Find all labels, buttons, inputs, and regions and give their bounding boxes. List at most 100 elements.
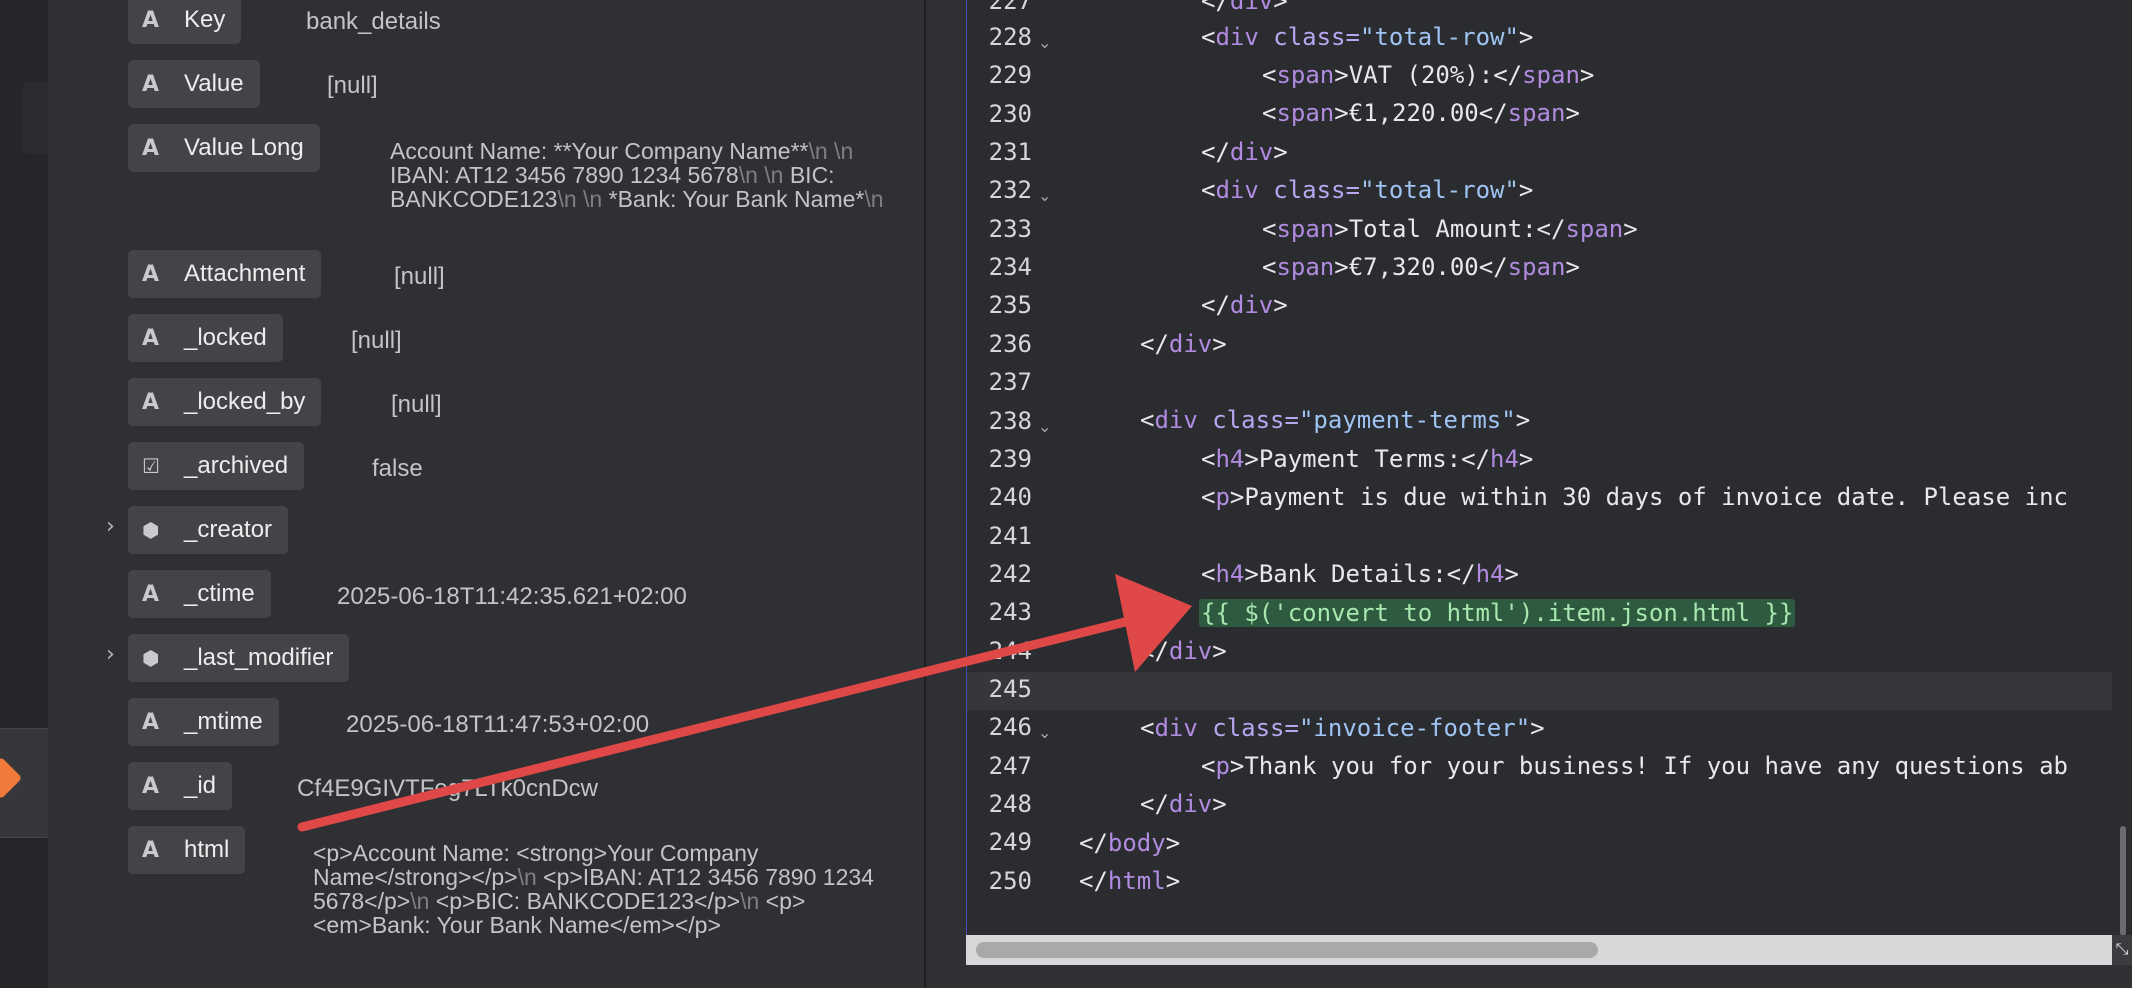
- logo-icon: [0, 756, 23, 800]
- code-line-250: </html>: [1079, 867, 1181, 895]
- code-line-232: <div class="total-row">: [1201, 176, 1534, 204]
- line-number: 230: [988, 100, 1032, 128]
- editor-bottom-strip: [926, 965, 2132, 988]
- field-label: Key: [184, 6, 226, 33]
- horizontal-scrollbar-thumb[interactable]: [976, 942, 1598, 958]
- line-number: 248: [988, 790, 1032, 818]
- code-line-246: <div class="invoice-footer">: [1140, 714, 1545, 742]
- field-label: html: [184, 836, 230, 863]
- chevron-down-icon[interactable]: ⌄: [1038, 33, 1051, 52]
- field-html[interactable]: Ahtml: [128, 826, 246, 874]
- line-number: 238: [988, 407, 1032, 435]
- code-line-242: <h4>Bank Details:</h4>: [1201, 560, 1519, 588]
- object-type-icon: ⬢: [142, 518, 160, 542]
- field-attachment[interactable]: A Attachment: [128, 250, 322, 298]
- code-line-239: <h4>Payment Terms:</h4>: [1201, 445, 1534, 473]
- code-line-229: <span>VAT (20%):</span>: [1262, 61, 1595, 89]
- line-number: 240: [988, 483, 1032, 511]
- string-type-icon: A: [142, 581, 160, 607]
- chevron-down-icon[interactable]: ⌄: [1038, 723, 1051, 742]
- string-type-icon: A: [142, 773, 160, 799]
- string-type-icon: A: [142, 71, 160, 97]
- code-line-238: <div class="payment-terms">: [1140, 406, 1531, 434]
- line-number: 228: [988, 23, 1032, 51]
- line-number: 243: [988, 598, 1032, 626]
- chevron-right-icon[interactable]: ›: [106, 642, 115, 667]
- field-label: Value Long: [184, 134, 304, 161]
- field-value-long[interactable]: A Value Long: [128, 124, 320, 172]
- line-number: 244: [988, 637, 1032, 665]
- code-line-233: <span>Total Amount:</span>: [1262, 215, 1638, 243]
- string-type-icon: A: [142, 837, 160, 863]
- line-number: 235: [988, 291, 1032, 319]
- field-label: Value: [184, 70, 244, 97]
- line-number: 236: [988, 330, 1032, 358]
- vertical-scrollbar[interactable]: [2112, 0, 2132, 965]
- field-label: Attachment: [184, 260, 306, 287]
- line-number: 229: [988, 61, 1032, 89]
- field-key[interactable]: A Key: [128, 0, 242, 44]
- line-number: 237: [988, 368, 1032, 396]
- field-label: _creator: [184, 516, 273, 543]
- field-ctime[interactable]: A _ctime: [128, 570, 271, 618]
- field-label: _last_modifier: [184, 644, 334, 671]
- field-value-value: [null]: [327, 72, 378, 99]
- line-number: 246: [988, 713, 1032, 741]
- vertical-scrollbar-thumb[interactable]: [2120, 826, 2126, 936]
- field-value-locked-by: [null]: [391, 391, 442, 418]
- chevron-down-icon[interactable]: ⌄: [1038, 186, 1051, 205]
- code-line-249: </body>: [1079, 829, 1181, 857]
- field-label: _locked_by: [184, 388, 306, 415]
- line-number: 232: [988, 176, 1032, 204]
- resize-corner-icon[interactable]: ⤡: [2112, 935, 2132, 965]
- code-line-240: <p>Payment is due within 30 days of invo…: [1201, 483, 2068, 511]
- string-type-icon: A: [142, 135, 160, 161]
- app-logo-tab[interactable]: [0, 728, 55, 838]
- field-value-archived: false: [372, 455, 423, 482]
- field-creator[interactable]: ⬢ _creator: [128, 506, 289, 554]
- expression-highlight[interactable]: {{ $('convert to html').item.json.html }…: [1199, 599, 1796, 627]
- field-value-key: bank_details: [306, 8, 441, 35]
- field-label: _ctime: [184, 580, 255, 607]
- code-line-234: <span>€7,320.00</span>: [1262, 253, 1580, 281]
- chevron-down-icon[interactable]: ⌄: [1038, 417, 1051, 436]
- line-number: 247: [988, 752, 1032, 780]
- code-line-247: <p>Thank you for your business! If you h…: [1201, 752, 2068, 780]
- field-label: _id: [184, 772, 217, 799]
- current-line-highlight: [967, 672, 2112, 710]
- code-line-248: </div>: [1140, 790, 1227, 818]
- field-label: _locked: [184, 324, 267, 351]
- line-number: 231: [988, 138, 1032, 166]
- field-value-mtime: 2025-06-18T11:47:53+02:00: [346, 711, 650, 738]
- code-line-235: </div>: [1201, 291, 1288, 319]
- field-locked-by[interactable]: A _locked_by: [128, 378, 322, 426]
- line-number: 233: [988, 215, 1032, 243]
- code-line-231: </div>: [1201, 138, 1288, 166]
- code-line-228: <div class="total-row">: [1201, 23, 1534, 51]
- line-number: 249: [988, 828, 1032, 856]
- field-mtime[interactable]: A _mtime: [128, 698, 279, 746]
- field-value-ctime: 2025-06-18T11:42:35.621+02:00: [337, 583, 687, 610]
- chevron-right-icon[interactable]: ›: [106, 514, 115, 539]
- rail-tab-top: [22, 82, 48, 154]
- checkbox-type-icon: ☑: [142, 454, 160, 478]
- field-value[interactable]: A Value: [128, 60, 260, 108]
- string-type-icon: A: [142, 261, 160, 287]
- line-number: 227: [988, 0, 1032, 15]
- field-value-id: Cf4E9GIVTFeg7LTk0cnDcw: [297, 775, 598, 802]
- field-value-value-long: Account Name: **Your Company Name**\n \n…: [390, 138, 884, 212]
- field-id[interactable]: A _id: [128, 762, 233, 810]
- field-last-modifier[interactable]: ⬢ _last_modifier: [128, 634, 350, 682]
- field-value-attachment: [null]: [394, 263, 445, 290]
- string-type-icon: A: [142, 7, 160, 33]
- code-line-227: </div>: [1201, 0, 1288, 15]
- line-number: 245: [988, 675, 1032, 703]
- field-archived[interactable]: ☑ _archived: [128, 442, 305, 490]
- line-number: 234: [988, 253, 1032, 281]
- code-line-244: </div>: [1140, 637, 1227, 665]
- field-value-locked: [null]: [351, 327, 402, 354]
- code-line-236: </div>: [1140, 330, 1227, 358]
- code-line-230: <span>€1,220.00</span>: [1262, 99, 1580, 127]
- string-type-icon: A: [142, 709, 160, 735]
- field-locked[interactable]: A _locked: [128, 314, 283, 362]
